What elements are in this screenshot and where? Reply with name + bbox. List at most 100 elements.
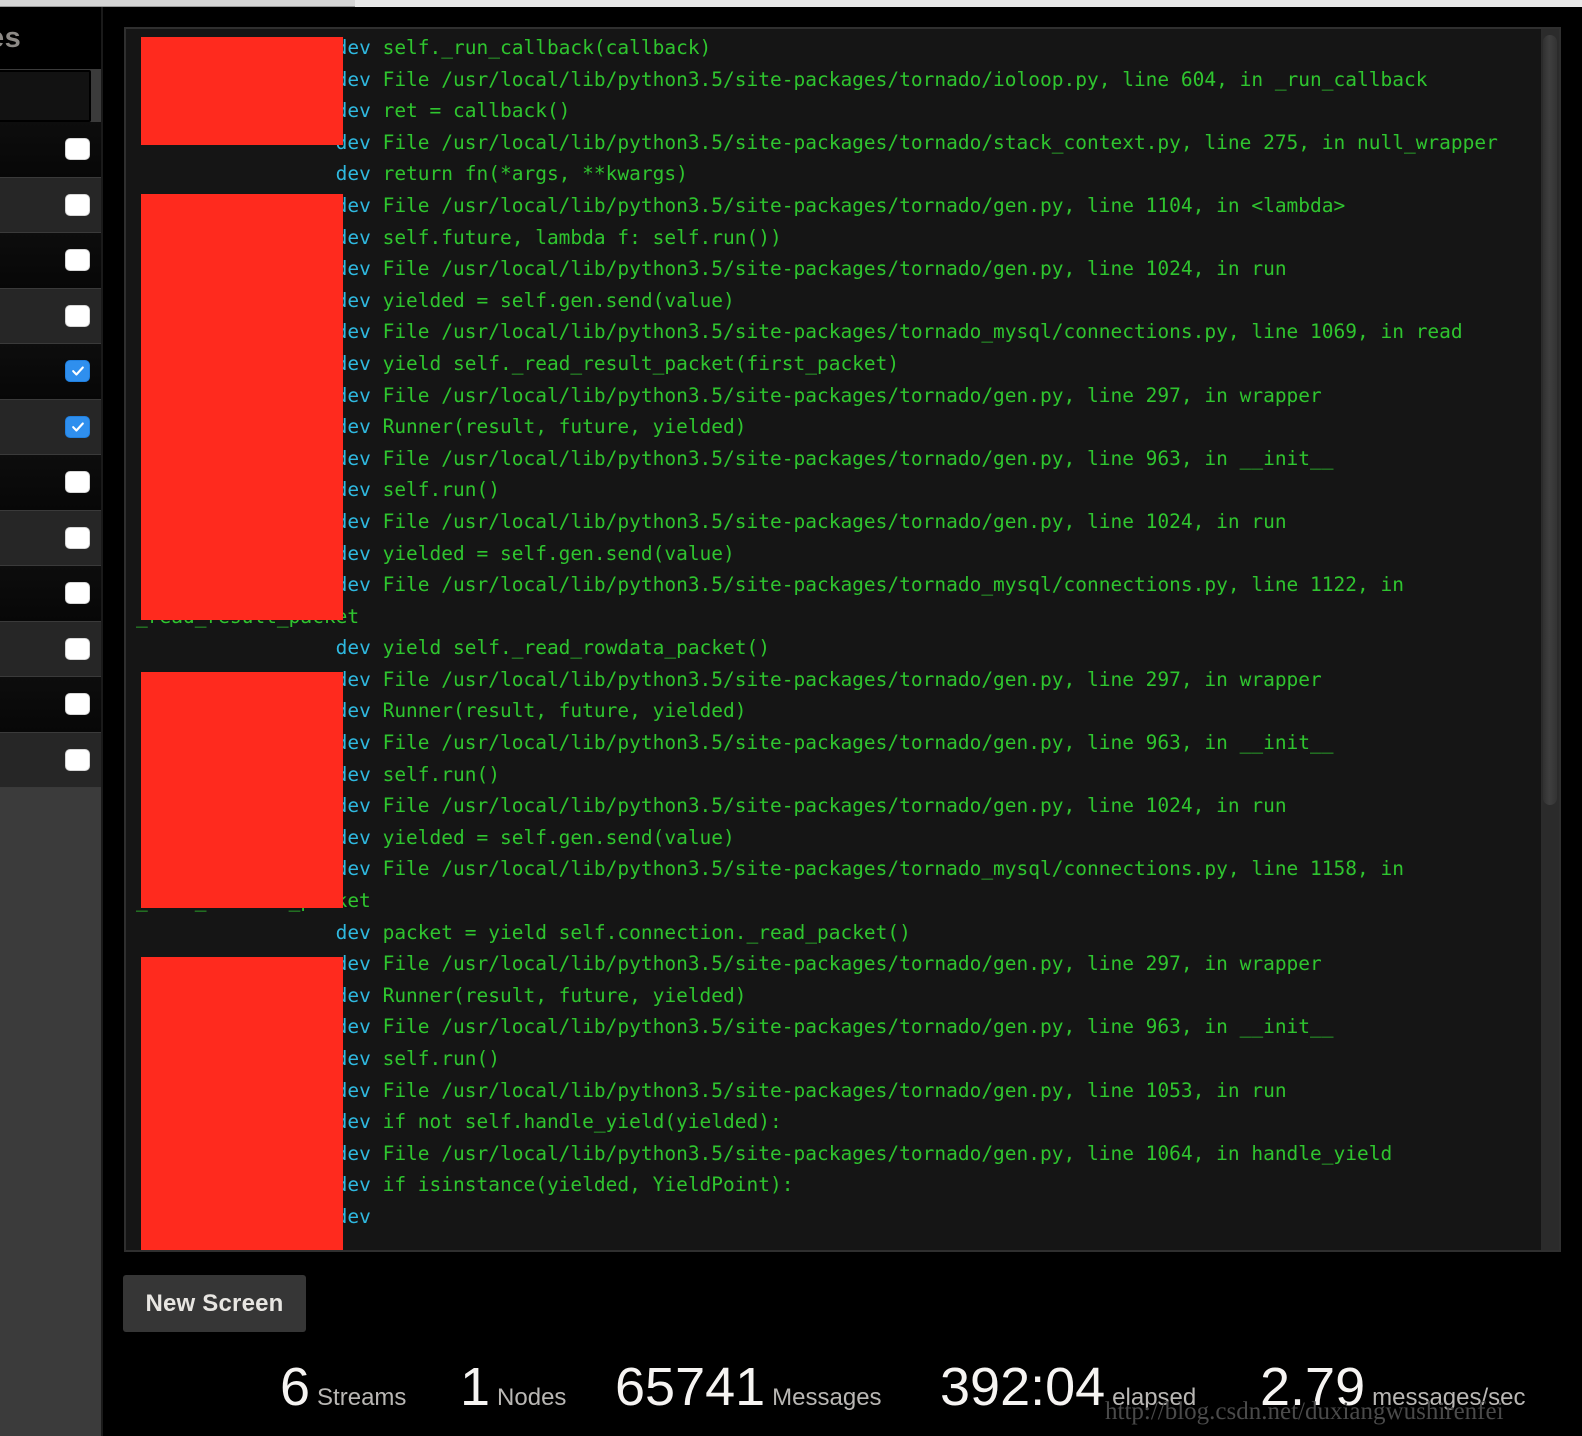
log-message: File /usr/local/lib/python3.5/site-packa… (382, 1078, 1287, 1102)
nodes-label: Nodes (497, 1384, 567, 1411)
sidebar-stream-row[interactable] (0, 122, 101, 178)
stat-nodes: 1 Nodes (460, 1356, 566, 1418)
checkbox-unchecked[interactable] (65, 748, 90, 771)
sidebar-stream-row[interactable] (0, 732, 101, 788)
nodes-value: 1 (460, 1357, 491, 1417)
log-message: File /usr/local/lib/python3.5/site-packa… (382, 130, 1498, 154)
log-message: File /usr/local/lib/python3.5/site-packa… (382, 1015, 1334, 1039)
redaction-block-1 (141, 37, 343, 145)
redaction-block-3 (141, 672, 343, 908)
checkbox-unchecked[interactable] (65, 471, 90, 494)
log-source: dev (335, 162, 371, 186)
checkbox-unchecked[interactable] (65, 582, 90, 605)
log-message: self.future, lambda f: self.run()) (382, 225, 782, 249)
checkbox-unchecked[interactable] (65, 304, 90, 327)
log-message: File /usr/local/lib/python3.5/site-packa… (382, 383, 1322, 407)
checkbox-unchecked[interactable] (65, 193, 90, 216)
log-line: dev packet = yield self.connection._read… (126, 917, 1536, 949)
sidebar-stream-row[interactable] (0, 344, 101, 400)
log-message: self.run() (382, 762, 500, 786)
sidebar-header: es (0, 7, 101, 69)
log-message: yield self._read_result_packet(first_pac… (382, 351, 900, 375)
log-message: File /usr/local/lib/python3.5/site-packa… (382, 446, 1334, 470)
sidebar-stream-row[interactable] (0, 233, 101, 289)
log-line: dev yield self._read_rowdata_packet() (126, 632, 1536, 664)
log-timestamp (136, 921, 336, 944)
log-scrollbar-thumb[interactable] (1543, 35, 1557, 805)
sidebar-stream-row[interactable] (0, 399, 101, 455)
streams-value: 6 (280, 1357, 311, 1417)
log-message: File /usr/local/lib/python3.5/site-packa… (382, 667, 1322, 691)
log-message: Runner(result, future, yielded) (382, 983, 747, 1007)
log-scrollbar-track[interactable] (1541, 29, 1559, 1250)
sidebar-search-container (0, 69, 101, 122)
sidebar-stream-row[interactable] (0, 455, 101, 511)
sidebar-stream-list (0, 122, 101, 788)
redaction-block-2 (141, 194, 343, 620)
sidebar-stream-row[interactable] (0, 510, 101, 566)
checkbox-checked[interactable] (65, 360, 90, 383)
sidebar-stream-row[interactable] (0, 288, 101, 344)
stat-streams: 6 Streams (280, 1356, 406, 1418)
stat-elapsed: 392:04 elapsed (940, 1356, 1196, 1418)
checkbox-unchecked[interactable] (65, 138, 90, 161)
sidebar-stream-row[interactable] (0, 566, 101, 622)
log-message: Runner(result, future, yielded) (382, 699, 747, 723)
log-line: dev return fn(*args, **kwargs) (126, 158, 1536, 190)
log-message: self.run() (382, 478, 500, 502)
rate-label: messages/sec (1372, 1384, 1526, 1411)
status-bar: 6 Streams 1 Nodes 65741 Messages 392:04 … (105, 1340, 1582, 1436)
log-message: self.run() (382, 1047, 500, 1070)
new-screen-button[interactable]: New Screen (123, 1275, 306, 1332)
log-message: File /usr/local/lib/python3.5/site-packa… (382, 320, 1463, 344)
log-panel[interactable]: dev self._run_callback(callback) dev Fil… (124, 27, 1561, 1252)
sidebar-stream-row[interactable] (0, 177, 101, 233)
app-root: es dev self._run_callback(callback) dev … (0, 0, 1582, 1436)
log-message: yielded = self.gen.send(value) (382, 288, 735, 312)
checkbox-unchecked[interactable] (65, 249, 90, 272)
checkbox-unchecked[interactable] (65, 693, 90, 716)
sidebar-stream-row[interactable] (0, 677, 101, 733)
log-message: File /usr/local/lib/python3.5/site-packa… (382, 952, 1322, 976)
checkbox-checked[interactable] (65, 415, 90, 438)
check-icon (71, 366, 84, 376)
log-message: File /usr/local/lib/python3.5/site-packa… (382, 257, 1287, 281)
log-message: yielded = self.gen.send(value) (382, 541, 735, 565)
streams-label: Streams (317, 1384, 407, 1411)
sidebar-stream-row[interactable] (0, 621, 101, 677)
log-message: self._run_callback(callback) (382, 36, 712, 59)
log-message: File /usr/local/lib/python3.5/site-packa… (382, 67, 1428, 91)
sidebar: es (0, 7, 103, 1436)
window-chrome-right (355, 0, 1582, 7)
log-message: File /usr/local/lib/python3.5/site-packa… (382, 193, 1346, 217)
log-message: File /usr/local/lib/python3.5/site-packa… (382, 794, 1287, 818)
stat-messages: 65741 Messages (615, 1356, 882, 1418)
log-message: ret = callback() (382, 99, 571, 123)
log-timestamp (136, 162, 336, 185)
log-message: packet = yield self.connection._read_pac… (382, 920, 911, 944)
sidebar-title: es (0, 21, 22, 54)
log-source: dev (335, 636, 371, 660)
main-area: dev self._run_callback(callback) dev Fil… (105, 7, 1582, 1436)
elapsed-label: elapsed (1112, 1384, 1197, 1411)
rate-value: 2.79 (1260, 1357, 1366, 1417)
log-message: Runner(result, future, yielded) (382, 415, 747, 439)
messages-label: Messages (772, 1384, 882, 1411)
log-message: File /usr/local/lib/python3.5/site-packa… (382, 509, 1287, 533)
messages-value: 65741 (615, 1357, 766, 1417)
checkbox-unchecked[interactable] (65, 526, 90, 549)
log-source: dev (335, 920, 371, 944)
log-message: if isinstance(yielded, YieldPoint): (382, 1173, 794, 1197)
elapsed-value: 392:04 (940, 1357, 1106, 1417)
log-message: File /usr/local/lib/python3.5/site-packa… (382, 731, 1334, 755)
stat-rate: 2.79 messages/sec (1260, 1356, 1526, 1418)
log-message: yielded = self.gen.send(value) (382, 825, 735, 849)
checkbox-unchecked[interactable] (65, 637, 90, 660)
log-message: if not self.handle_yield(yielded): (382, 1110, 782, 1134)
search-input[interactable] (0, 70, 91, 122)
log-message: return fn(*args, **kwargs) (382, 162, 688, 186)
log-message: File /usr/local/lib/python3.5/site-packa… (382, 1141, 1393, 1165)
redaction-block-4 (141, 957, 343, 1250)
check-icon (71, 422, 84, 432)
log-message: yield self._read_rowdata_packet() (382, 636, 770, 660)
